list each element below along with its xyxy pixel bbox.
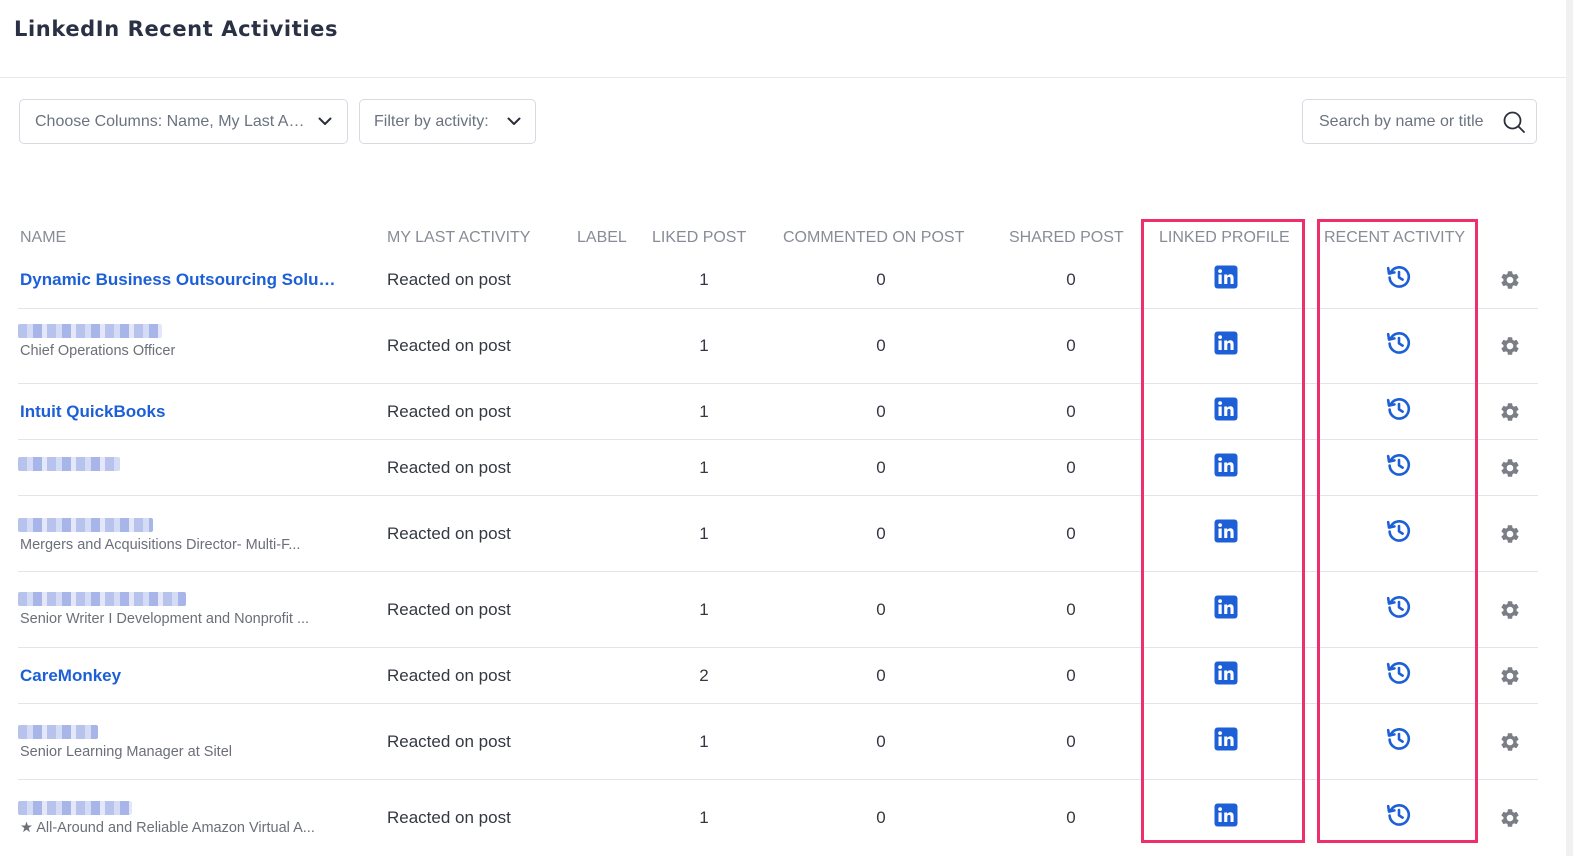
header-last-activity[interactable]: MY LAST ACTIVITY [387,229,530,247]
redacted-name [18,725,98,739]
title-divider [0,77,1566,78]
choose-columns-select[interactable]: Choose Columns: Name, My Last Activity, … [19,99,348,144]
header-label[interactable]: LABEL [577,229,627,247]
table-row[interactable]: CareMonkey [18,648,1538,704]
contact-name-link[interactable]: Dynamic Business Outsourcing Solutions [20,270,338,290]
contact-title: Mergers and Acquisitions Director- Multi… [20,537,301,553]
liked-post-count: 1 [699,600,709,619]
contact-title: Senior Learning Manager at Sitel [20,744,232,760]
last-activity-cell: Reacted on post [387,336,511,355]
commented-post-count: 0 [876,600,886,619]
gear-icon[interactable] [1499,665,1521,687]
liked-post-count: 1 [699,336,709,355]
gear-icon[interactable] [1499,523,1521,545]
table-row[interactable] [18,440,1538,496]
redacted-name [18,518,153,532]
shared-post-count: 0 [1066,524,1076,543]
gear-icon[interactable] [1499,269,1521,291]
header-shared-post[interactable]: SHARED POST [1009,229,1124,247]
activity-filter-value: Filter by activity: [374,112,489,130]
commented-post-count: 0 [876,402,886,421]
table-row[interactable]: Dynamic Business Outsourcing Solutions [18,256,1538,309]
liked-post-count: 1 [699,458,709,477]
contact-title: Chief Operations Officer [20,343,176,359]
last-activity-cell: Reacted on post [387,732,511,751]
header-liked-post[interactable]: LIKED POST [652,229,746,247]
liked-post-count: 1 [699,732,709,751]
shared-post-count: 0 [1066,270,1076,289]
shared-post-count: 0 [1066,808,1076,827]
search-icon[interactable] [1502,110,1526,134]
gear-icon[interactable] [1499,599,1521,621]
liked-post-count: 1 [699,402,709,421]
last-activity-cell: Reacted on post [387,524,511,543]
scrollbar[interactable] [1566,0,1573,856]
redacted-name [18,324,162,338]
gear-icon[interactable] [1499,807,1521,829]
last-activity-cell: Reacted on post [387,600,511,619]
redacted-name [18,457,120,471]
shared-post-count: 0 [1066,458,1076,477]
table-row[interactable]: Mergers and Acquisitions Director- Multi… [18,496,1538,572]
gear-icon[interactable] [1499,457,1521,479]
contact-title: ★ All-Around and Reliable Amazon Virtual… [20,820,315,836]
search-input[interactable] [1319,112,1497,131]
gear-icon[interactable] [1499,335,1521,357]
table-row[interactable]: Senior Learning Manager at Sitel [18,704,1538,780]
shared-post-count: 0 [1066,600,1076,619]
header-commented-on-post[interactable]: COMMENTED ON POST [783,229,964,247]
commented-post-count: 0 [876,666,886,685]
last-activity-cell: Reacted on post [387,808,511,827]
shared-post-count: 0 [1066,402,1076,421]
table-row[interactable]: Intuit QuickBooks [18,384,1538,440]
liked-post-count: 1 [699,270,709,289]
choose-columns-value: Choose Columns: Name, My Last Activity, … [35,112,305,130]
contact-name-link[interactable]: Intuit QuickBooks [20,402,165,422]
commented-post-count: 0 [876,336,886,355]
last-activity-cell: Reacted on post [387,402,511,421]
commented-post-count: 0 [876,270,886,289]
commented-post-count: 0 [876,458,886,477]
activity-filter-select[interactable]: Filter by activity: [359,99,536,144]
recent-activity-highlight [1317,219,1478,843]
chevron-down-icon [507,117,521,126]
last-activity-cell: Reacted on post [387,666,511,685]
header-name[interactable]: NAME [20,229,66,247]
contact-title: Senior Writer I Development and Nonprofi… [20,611,310,627]
page-title: LinkedIn Recent Activities [14,17,339,41]
liked-post-count: 1 [699,808,709,827]
liked-post-count: 2 [699,666,709,685]
gear-icon[interactable] [1499,731,1521,753]
liked-post-count: 1 [699,524,709,543]
search-box[interactable] [1302,99,1537,144]
table-row[interactable]: Senior Writer I Development and Nonprofi… [18,572,1538,648]
chevron-down-icon [318,117,332,126]
table-row[interactable]: ★ All-Around and Reliable Amazon Virtual… [18,780,1538,856]
commented-post-count: 0 [876,732,886,751]
last-activity-cell: Reacted on post [387,270,511,289]
commented-post-count: 0 [876,524,886,543]
shared-post-count: 0 [1066,336,1076,355]
shared-post-count: 0 [1066,732,1076,751]
redacted-name [18,801,132,815]
linked-profile-highlight [1141,219,1305,843]
shared-post-count: 0 [1066,666,1076,685]
commented-post-count: 0 [876,808,886,827]
gear-icon[interactable] [1499,401,1521,423]
last-activity-cell: Reacted on post [387,458,511,477]
contact-name-link[interactable]: CareMonkey [20,666,121,686]
redacted-name [18,592,186,606]
table-row[interactable]: Chief Operations Officer [18,309,1538,384]
